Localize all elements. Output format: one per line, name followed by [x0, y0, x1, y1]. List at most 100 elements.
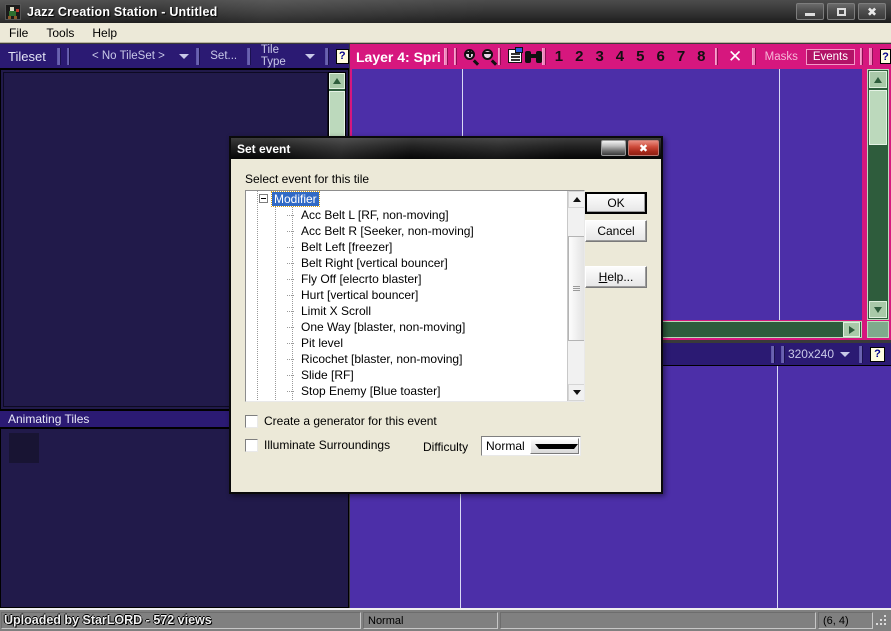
level-scroll-up-button[interactable] [869, 71, 887, 88]
resize-grip-icon[interactable] [874, 613, 889, 628]
application-window: Jazz Creation Station - Untitled ✖ File … [0, 0, 891, 631]
toolbar-separator [869, 48, 872, 65]
animating-tiles-header: Animating Tiles [0, 410, 232, 428]
tile-type-button[interactable]: Tile Type [254, 44, 322, 68]
app-icon [5, 4, 21, 20]
create-generator-checkbox-row[interactable]: Create a generator for this event [245, 414, 437, 428]
tree-item[interactable]: One Way [blaster, non-moving] [246, 319, 567, 335]
dialog-restore-button[interactable] [601, 140, 626, 156]
layer-button-6[interactable]: 6 [650, 48, 670, 65]
tree-collapse-icon[interactable] [259, 194, 268, 203]
tree-item[interactable]: Hurt [vertical bouncer] [246, 287, 567, 303]
layer-button-1[interactable]: 1 [549, 48, 569, 65]
dialog-window-controls: ✖ [601, 140, 659, 156]
level-scroll-right-button[interactable] [843, 322, 860, 337]
close-button[interactable]: ✖ [858, 3, 886, 20]
ok-button[interactable]: OK [585, 192, 647, 214]
tree-scroll-up-button[interactable] [568, 191, 585, 208]
layer-button-2[interactable]: 2 [569, 48, 589, 65]
binoculars-icon[interactable] [524, 47, 537, 66]
tree-item[interactable]: Vine [small freezer, non-moving] [246, 399, 567, 401]
illuminate-surroundings-checkbox[interactable] [245, 439, 258, 452]
animating-tile-slot[interactable] [9, 433, 39, 463]
resolution-help-button[interactable]: ? [870, 347, 885, 362]
minimize-button[interactable] [796, 3, 824, 20]
window-title: Jazz Creation Station - Untitled [27, 5, 217, 19]
dialog-body: Select event for this tile Modifier Acc … [231, 159, 661, 492]
event-tree[interactable]: Modifier Acc Belt L [RF, non-moving] Acc… [245, 190, 585, 402]
layer-button-4[interactable]: 4 [610, 48, 630, 65]
layer-button-5[interactable]: 5 [630, 48, 650, 65]
tree-node-root[interactable]: Modifier [246, 191, 567, 207]
arrow-up-icon [573, 197, 581, 202]
status-message: Idle [1, 612, 361, 629]
tree-item[interactable]: Slide [RF] [246, 367, 567, 383]
arrow-down-icon [874, 307, 882, 313]
menu-item-help[interactable]: Help [83, 24, 126, 42]
menu-item-tools[interactable]: Tools [37, 24, 83, 42]
event-tree-list[interactable]: Modifier Acc Belt L [RF, non-moving] Acc… [246, 191, 567, 401]
toolbar-separator [771, 346, 775, 363]
tree-item[interactable]: Stop Enemy [Blue toaster] [246, 383, 567, 399]
set-event-dialog: Set event ✖ Select event for this tile M… [229, 136, 663, 494]
level-vertical-scrollbar[interactable] [867, 69, 889, 320]
masks-button[interactable]: Masks [759, 51, 804, 63]
menu-item-file[interactable]: File [0, 24, 37, 42]
close-layer-icon[interactable]: ✕ [721, 47, 749, 67]
toolbar-separator [247, 48, 251, 65]
toolbar-separator [57, 48, 61, 65]
dialog-close-button[interactable]: ✖ [628, 140, 659, 156]
tileset-select-value: < No TileSet > [77, 50, 179, 62]
tree-scroll-thumb[interactable] [568, 236, 585, 341]
tree-node-label: Modifier [272, 192, 319, 206]
tree-scroll-down-button[interactable] [568, 384, 585, 401]
level-scroll-thumb[interactable] [869, 90, 887, 145]
tree-item[interactable]: Ricochet [blaster, non-moving] [246, 351, 567, 367]
layer-button-3[interactable]: 3 [589, 48, 609, 65]
tree-item-label: Pit level [301, 336, 343, 350]
tree-item[interactable]: Acc Belt L [RF, non-moving] [246, 207, 567, 223]
toolbar-separator [860, 48, 863, 65]
properties-icon[interactable] [506, 47, 519, 66]
tree-item[interactable]: Fly Off [elecrto blaster] [246, 271, 567, 287]
canvas-gridline [779, 69, 780, 320]
layer-button-7[interactable]: 7 [671, 48, 691, 65]
resolution-value: 320x240 [788, 347, 834, 361]
create-generator-label: Create a generator for this event [264, 414, 437, 428]
window-titlebar: Jazz Creation Station - Untitled ✖ [0, 0, 891, 23]
tree-item[interactable]: Belt Left [freezer] [246, 239, 567, 255]
tree-item[interactable]: Belt Right [vertical bouncer] [246, 255, 567, 271]
create-generator-checkbox[interactable] [245, 415, 258, 428]
set-tileset-button[interactable]: Set... [203, 50, 244, 62]
tileset-scroll-up-button[interactable] [329, 73, 345, 89]
illuminate-surroundings-checkbox-row[interactable]: Illuminate Surroundings [245, 438, 390, 452]
cancel-button[interactable]: Cancel [585, 220, 647, 242]
tree-item[interactable]: Pit level [246, 335, 567, 351]
toolbar-separator [67, 48, 71, 65]
tileset-select[interactable]: < No TileSet > [73, 48, 193, 65]
layer-button-8[interactable]: 8 [691, 48, 711, 65]
tree-item[interactable]: Acc Belt R [Seeker, non-moving] [246, 223, 567, 239]
tileset-toolbar: Tileset < No TileSet > Set... Tile Type … [0, 44, 349, 69]
chevron-down-icon[interactable] [530, 438, 580, 454]
scroll-grip-icon [573, 285, 580, 292]
level-scroll-down-button[interactable] [869, 301, 887, 318]
tree-item-label: Stop Enemy [Blue toaster] [301, 384, 440, 398]
tree-item-label: Slide [RF] [301, 368, 354, 382]
zoom-out-icon[interactable] [480, 47, 493, 66]
tree-item[interactable]: Limit X Scroll [246, 303, 567, 319]
maximize-button[interactable] [827, 3, 855, 20]
tree-vertical-scrollbar[interactable] [567, 191, 584, 401]
events-button[interactable]: Events [806, 49, 855, 65]
difficulty-select[interactable]: Normal [481, 436, 581, 456]
arrow-up-icon [333, 78, 341, 84]
resolution-select[interactable]: 320x240 [788, 347, 856, 361]
help-button[interactable]: Help... [585, 266, 647, 288]
zoom-in-icon[interactable] [462, 47, 475, 66]
tileset-help-button[interactable]: ? [336, 49, 349, 64]
scrollbar-corner [867, 321, 889, 338]
tree-item-label: Fly Off [elecrto blaster] [301, 272, 422, 286]
toolbar-separator [498, 48, 501, 65]
layer-help-button[interactable]: ? [880, 49, 891, 64]
tree-item-label: Ricochet [blaster, non-moving] [301, 352, 462, 366]
